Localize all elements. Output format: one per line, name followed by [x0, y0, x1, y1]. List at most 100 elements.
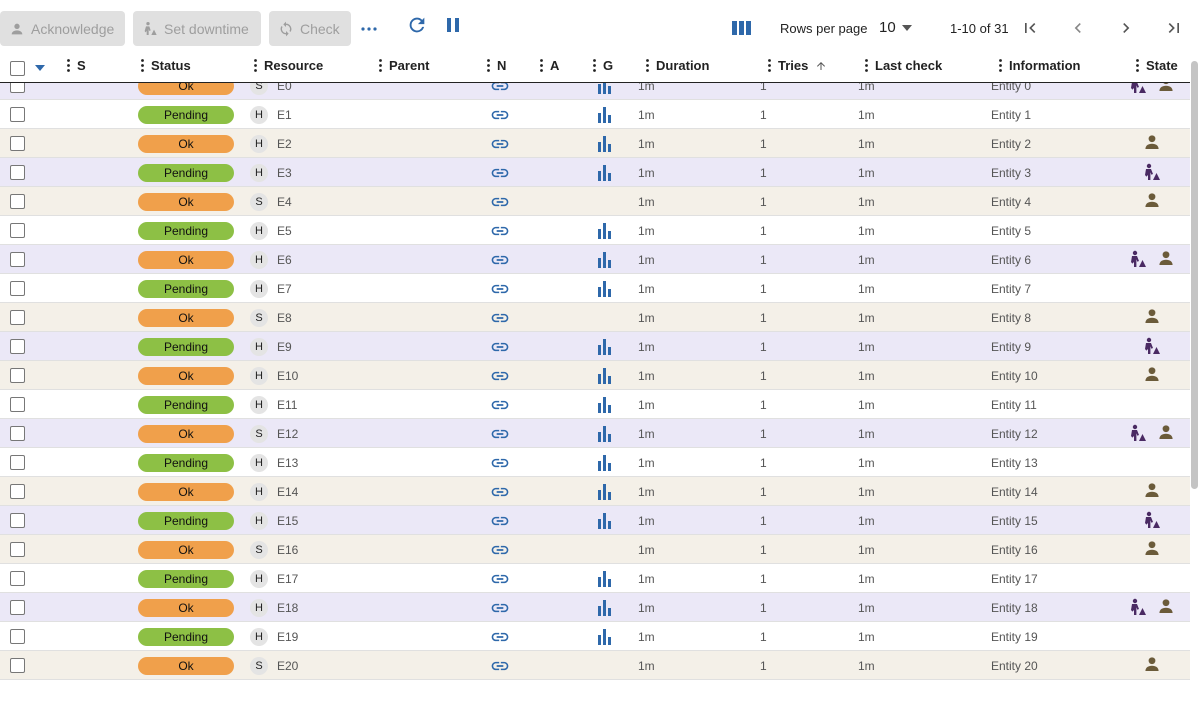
- link-icon[interactable]: [490, 540, 510, 560]
- link-icon[interactable]: [490, 308, 510, 328]
- column-menu-icon[interactable]: [540, 59, 543, 72]
- bar-chart-icon[interactable]: [598, 455, 611, 471]
- bar-chart-icon[interactable]: [598, 426, 611, 442]
- row-checkbox[interactable]: [10, 339, 25, 354]
- selection-dropdown-icon[interactable]: [35, 65, 45, 71]
- column-header-resource[interactable]: Resource: [254, 58, 323, 73]
- column-header-g[interactable]: G: [593, 58, 613, 73]
- column-menu-icon[interactable]: [999, 59, 1002, 72]
- table-row[interactable]: Pending H E7 1m 1 1m Entity 7: [0, 274, 1190, 303]
- column-header-parent[interactable]: Parent: [379, 58, 429, 73]
- bar-chart-icon[interactable]: [598, 136, 611, 152]
- link-icon[interactable]: [490, 134, 510, 154]
- table-row[interactable]: Pending H E9 1m 1 1m Entity 9: [0, 332, 1190, 361]
- view-column-icon[interactable]: [732, 20, 751, 36]
- link-icon[interactable]: [490, 627, 510, 647]
- bar-chart-icon[interactable]: [598, 107, 611, 123]
- column-header-n[interactable]: N: [487, 58, 506, 73]
- bar-chart-icon[interactable]: [598, 513, 611, 529]
- link-icon[interactable]: [490, 279, 510, 299]
- next-page-icon[interactable]: [1116, 18, 1136, 38]
- row-checkbox[interactable]: [10, 484, 25, 499]
- bar-chart-icon[interactable]: [598, 223, 611, 239]
- link-icon[interactable]: [490, 453, 510, 473]
- table-row[interactable]: Pending H E15 1m 1 1m Entity 15: [0, 506, 1190, 535]
- column-header-last-check[interactable]: Last check: [865, 58, 942, 73]
- vertical-scrollbar[interactable]: [1191, 61, 1198, 489]
- link-icon[interactable]: [490, 221, 510, 241]
- bar-chart-icon[interactable]: [598, 252, 611, 268]
- table-row[interactable]: Pending H E3 1m 1 1m Entity 3: [0, 158, 1190, 187]
- link-icon[interactable]: [490, 250, 510, 270]
- column-menu-icon[interactable]: [1136, 59, 1139, 72]
- link-icon[interactable]: [490, 569, 510, 589]
- column-menu-icon[interactable]: [593, 59, 596, 72]
- link-icon[interactable]: [490, 105, 510, 125]
- link-icon[interactable]: [490, 511, 510, 531]
- column-menu-icon[interactable]: [646, 59, 649, 72]
- table-row[interactable]: Pending H E5 1m 1 1m Entity 5: [0, 216, 1190, 245]
- table-row[interactable]: Ok S E20 1m 1 1m Entity 20: [0, 651, 1190, 680]
- column-header-s[interactable]: S: [67, 58, 86, 73]
- link-icon[interactable]: [490, 424, 510, 444]
- table-row[interactable]: Ok H E2 1m 1 1m Entity 2: [0, 129, 1190, 158]
- column-menu-icon[interactable]: [865, 59, 868, 72]
- column-header-state[interactable]: State: [1136, 58, 1178, 73]
- table-row[interactable]: Pending H E11 1m 1 1m Entity 11: [0, 390, 1190, 419]
- first-page-icon[interactable]: [1020, 18, 1040, 38]
- bar-chart-icon[interactable]: [598, 600, 611, 616]
- table-row[interactable]: Ok H E14 1m 1 1m Entity 14: [0, 477, 1190, 506]
- table-row[interactable]: Ok S E4 1m 1 1m Entity 4: [0, 187, 1190, 216]
- table-row[interactable]: Pending H E13 1m 1 1m Entity 13: [0, 448, 1190, 477]
- column-menu-icon[interactable]: [768, 59, 771, 72]
- row-checkbox[interactable]: [10, 542, 25, 557]
- row-checkbox[interactable]: [10, 252, 25, 267]
- bar-chart-icon[interactable]: [598, 397, 611, 413]
- table-row[interactable]: Pending H E19 1m 1 1m Entity 19: [0, 622, 1190, 651]
- table-row[interactable]: Ok H E6 1m 1 1m Entity 6: [0, 245, 1190, 274]
- bar-chart-icon[interactable]: [598, 165, 611, 181]
- link-icon[interactable]: [490, 482, 510, 502]
- table-row[interactable]: Ok S E16 1m 1 1m Entity 16: [0, 535, 1190, 564]
- row-checkbox[interactable]: [10, 368, 25, 383]
- link-icon[interactable]: [490, 163, 510, 183]
- row-checkbox[interactable]: [10, 107, 25, 122]
- column-header-tries[interactable]: Tries: [768, 58, 827, 73]
- set-downtime-button[interactable]: Set downtime: [133, 11, 261, 46]
- table-row[interactable]: Ok H E10 1m 1 1m Entity 10: [0, 361, 1190, 390]
- bar-chart-icon[interactable]: [598, 484, 611, 500]
- row-checkbox[interactable]: [10, 194, 25, 209]
- table-row[interactable]: Pending H E17 1m 1 1m Entity 17: [0, 564, 1190, 593]
- row-checkbox[interactable]: [10, 513, 25, 528]
- link-icon[interactable]: [490, 192, 510, 212]
- table-row[interactable]: Ok S E8 1m 1 1m Entity 8: [0, 303, 1190, 332]
- table-row[interactable]: Ok S E12 1m 1 1m Entity 12: [0, 419, 1190, 448]
- column-header-a[interactable]: A: [540, 58, 559, 73]
- bar-chart-icon[interactable]: [598, 629, 611, 645]
- acknowledge-button[interactable]: Acknowledge: [0, 11, 125, 46]
- check-button[interactable]: Check: [269, 11, 351, 46]
- row-checkbox[interactable]: [10, 281, 25, 296]
- row-checkbox[interactable]: [10, 136, 25, 151]
- row-checkbox[interactable]: [10, 600, 25, 615]
- row-checkbox[interactable]: [10, 310, 25, 325]
- row-checkbox[interactable]: [10, 397, 25, 412]
- link-icon[interactable]: [490, 598, 510, 618]
- previous-page-icon[interactable]: [1068, 18, 1088, 38]
- last-page-icon[interactable]: [1164, 18, 1184, 38]
- bar-chart-icon[interactable]: [598, 281, 611, 297]
- table-row[interactable]: Pending H E1 1m 1 1m Entity 1: [0, 100, 1190, 129]
- sort-ascending-icon[interactable]: [815, 60, 827, 72]
- column-menu-icon[interactable]: [141, 59, 144, 72]
- row-checkbox[interactable]: [10, 455, 25, 470]
- link-icon[interactable]: [490, 656, 510, 676]
- column-menu-icon[interactable]: [67, 59, 70, 72]
- refresh-icon[interactable]: [406, 14, 428, 36]
- pause-icon[interactable]: [444, 16, 462, 34]
- row-checkbox[interactable]: [10, 658, 25, 673]
- row-checkbox[interactable]: [10, 223, 25, 238]
- column-header-information[interactable]: Information: [999, 58, 1081, 73]
- select-all-checkbox[interactable]: [10, 61, 25, 76]
- column-menu-icon[interactable]: [379, 59, 382, 72]
- row-checkbox[interactable]: [10, 571, 25, 586]
